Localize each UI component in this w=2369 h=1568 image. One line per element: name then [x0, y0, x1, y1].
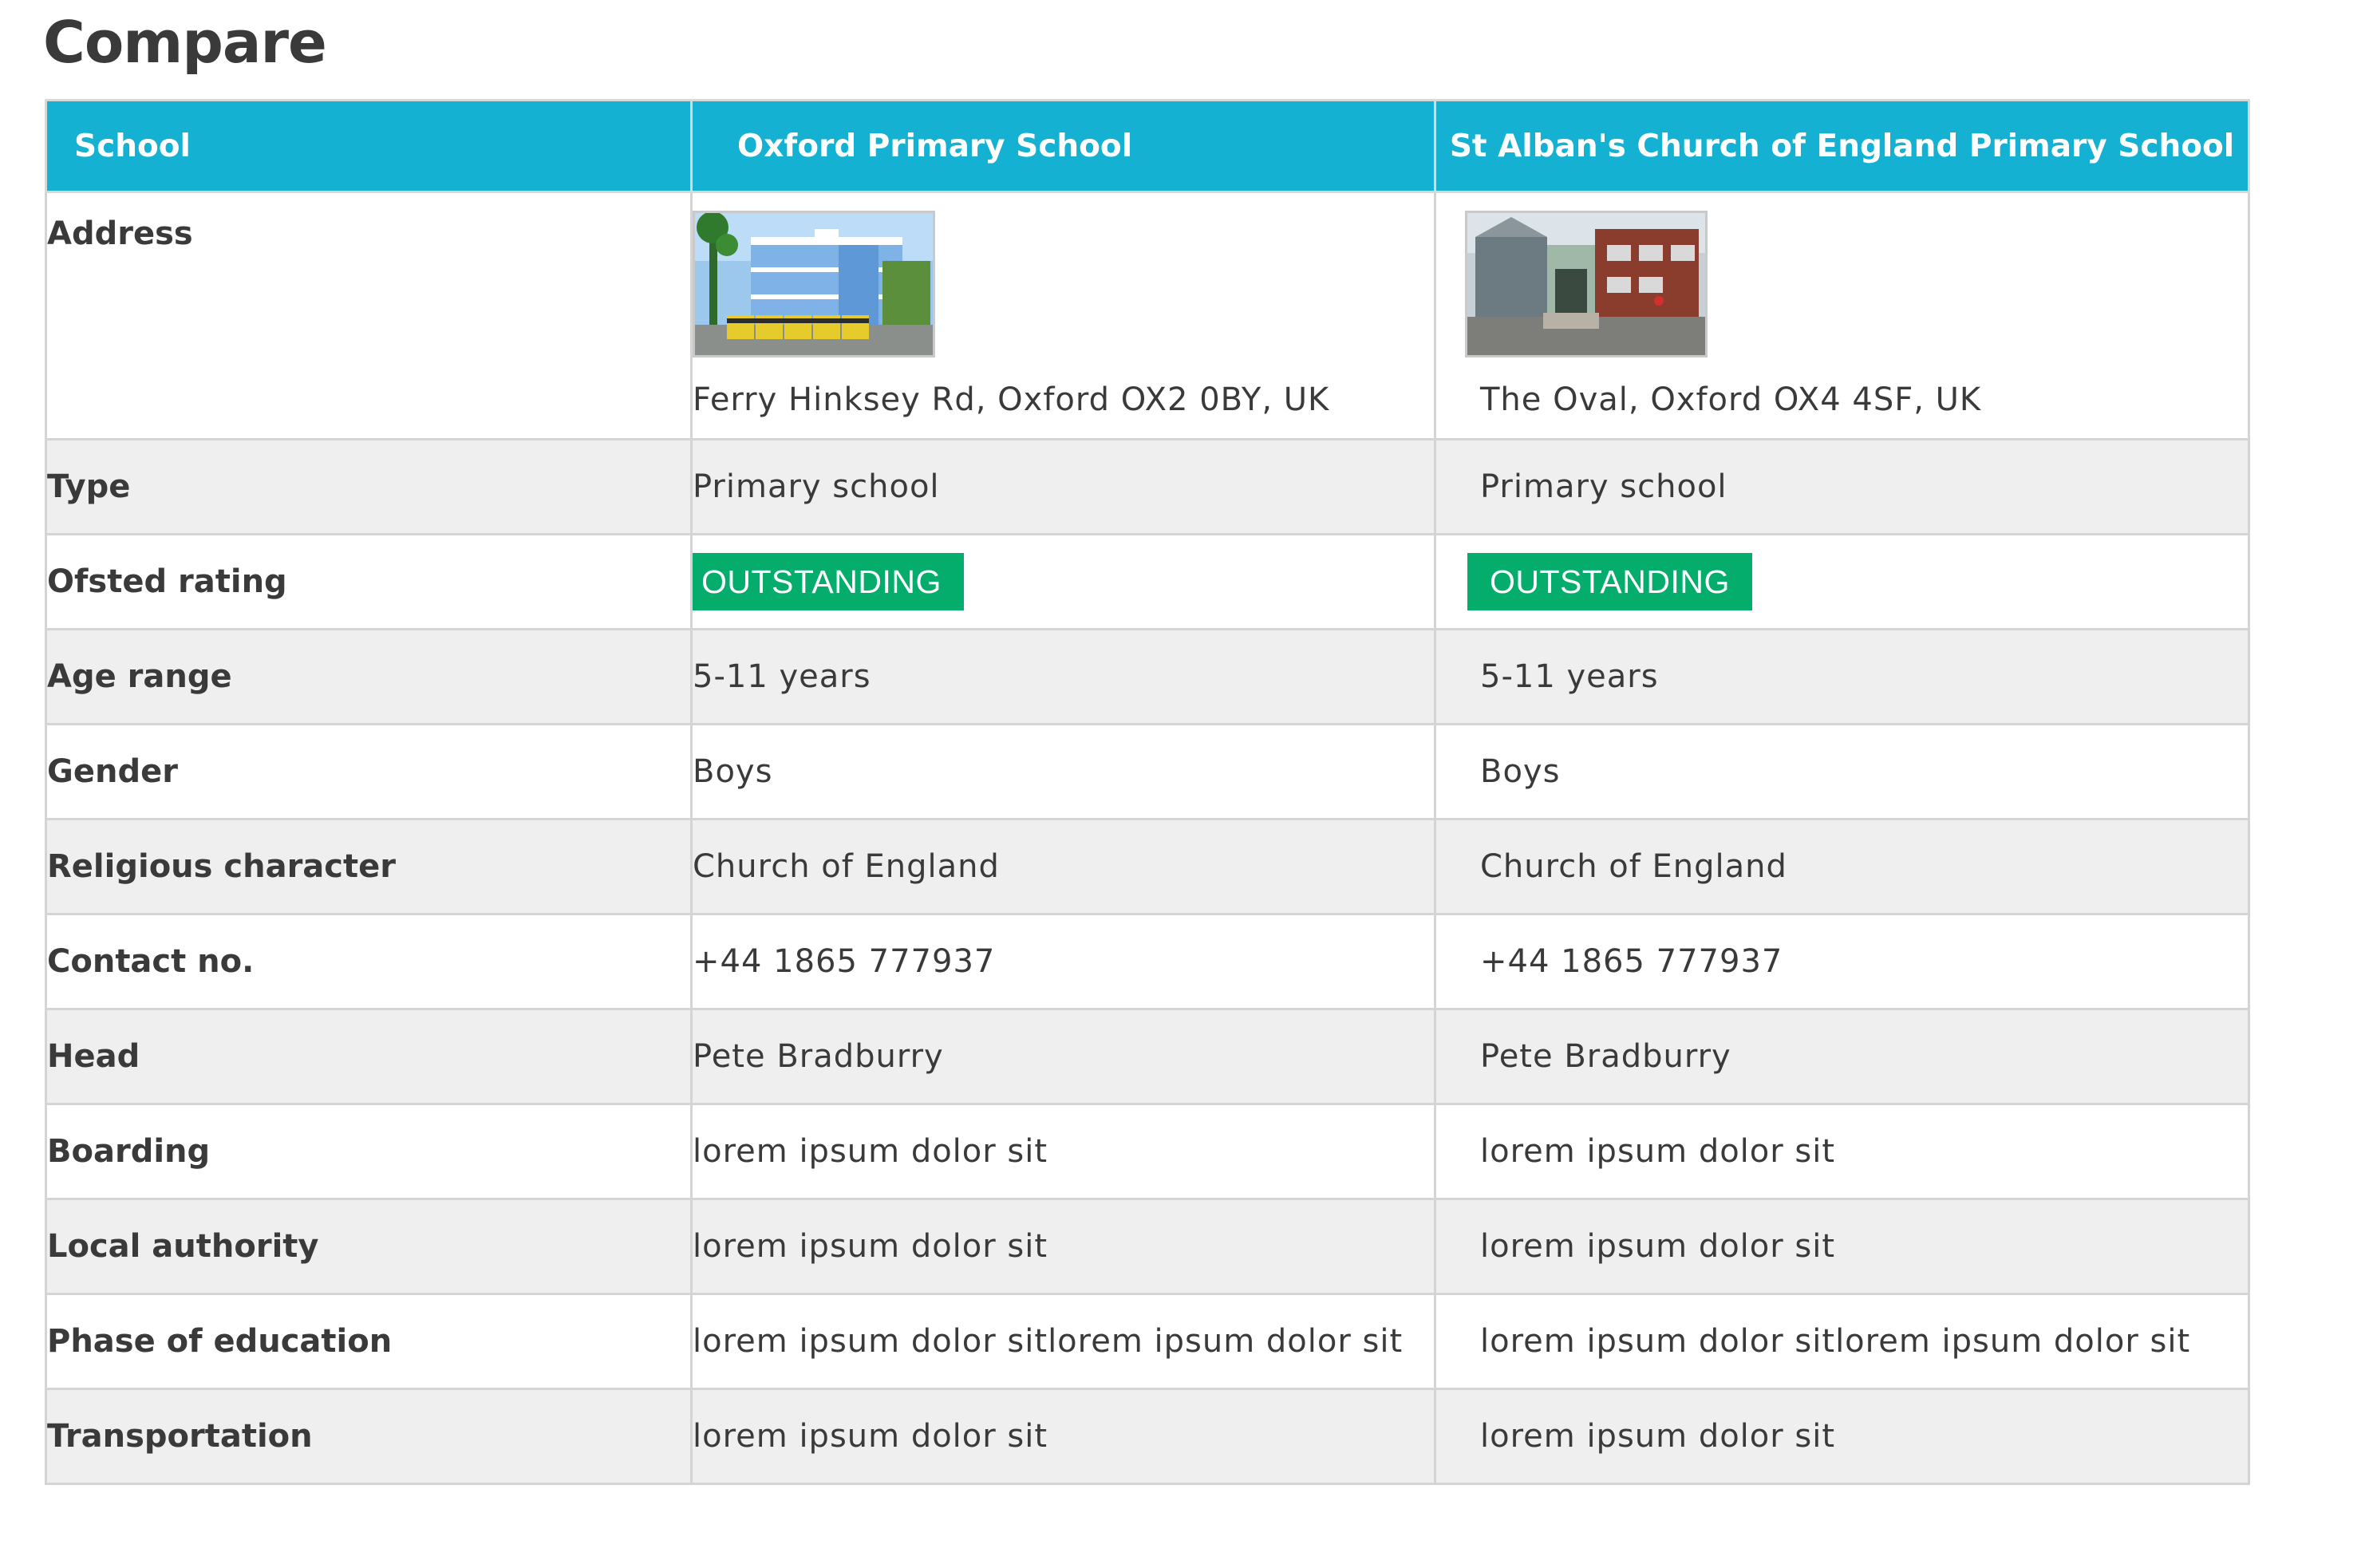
ofsted-badge-school-a: OUTSTANDING — [693, 553, 964, 610]
age-range-school-a: 5-11 years — [690, 628, 1436, 725]
row-label-ofsted: Ofsted rating — [45, 533, 693, 630]
school-b-building-image — [1467, 213, 1705, 355]
contact-school-b[interactable]: +44 1865 777937 — [1434, 913, 2250, 1010]
table-row-gender: Gender Boys Boys — [45, 723, 2250, 820]
contact-school-a[interactable]: +44 1865 777937 — [690, 913, 1436, 1010]
table-row-head: Head Pete Bradburry Pete Bradburry — [45, 1008, 2250, 1105]
compare-table: School Oxford Primary School St Alban's … — [45, 99, 2250, 1485]
table-row-transportation: Transportation lorem ipsum dolor sit lor… — [45, 1388, 2250, 1485]
table-row-phase-of-education: Phase of education lorem ipsum dolor sit… — [45, 1293, 2250, 1390]
table-row-type: Type Primary school Primary school — [45, 438, 2250, 535]
school-b-address: The Oval, Oxford OX4 4SF, UK — [1480, 381, 1982, 418]
gender-school-b: Boys — [1434, 723, 2250, 820]
header-school-label: School — [45, 99, 693, 193]
local-authority-school-a: lorem ipsum dolor sit — [690, 1198, 1436, 1295]
head-school-b: Pete Bradburry — [1434, 1008, 2250, 1105]
table-row-address: Address Ferry Hinksey Rd, Oxford OX2 0BY… — [45, 191, 2250, 440]
row-label-contact: Contact no. — [45, 913, 693, 1010]
phase-school-a: lorem ipsum dolor sitlorem ipsum dolor s… — [690, 1293, 1436, 1390]
row-label-address: Address — [45, 191, 693, 440]
header-school-a[interactable]: Oxford Primary School — [690, 99, 1436, 193]
table-row-boarding: Boarding lorem ipsum dolor sit lorem ips… — [45, 1103, 2250, 1200]
row-label-gender: Gender — [45, 723, 693, 820]
phase-school-b: lorem ipsum dolor sitlorem ipsum dolor s… — [1434, 1293, 2250, 1390]
religious-school-a: Church of England — [690, 818, 1436, 915]
table-row-contact: Contact no. +44 1865 777937 +44 1865 777… — [45, 913, 2250, 1010]
address-cell-school-a: Ferry Hinksey Rd, Oxford OX2 0BY, UK — [690, 191, 1436, 440]
address-cell-school-b: The Oval, Oxford OX4 4SF, UK — [1434, 191, 2250, 440]
page-title: Compare — [43, 9, 327, 76]
ofsted-badge-school-b: OUTSTANDING — [1467, 553, 1752, 610]
transportation-school-a: lorem ipsum dolor sit — [690, 1388, 1436, 1485]
type-school-a: Primary school — [690, 438, 1436, 535]
table-row-local-authority: Local authority lorem ipsum dolor sit lo… — [45, 1198, 2250, 1295]
table-row-age-range: Age range 5-11 years 5-11 years — [45, 628, 2250, 725]
school-b-photo[interactable] — [1465, 211, 1708, 357]
ofsted-cell-school-b: OUTSTANDING — [1434, 533, 2250, 630]
row-label-head: Head — [45, 1008, 693, 1105]
row-label-local-authority: Local authority — [45, 1198, 693, 1295]
gender-school-a: Boys — [690, 723, 1436, 820]
school-a-address: Ferry Hinksey Rd, Oxford OX2 0BY, UK — [693, 381, 1330, 418]
row-label-phase-of-education: Phase of education — [45, 1293, 693, 1390]
local-authority-school-b: lorem ipsum dolor sit — [1434, 1198, 2250, 1295]
religious-school-b: Church of England — [1434, 818, 2250, 915]
school-a-building-image — [695, 213, 933, 355]
boarding-school-b: lorem ipsum dolor sit — [1434, 1103, 2250, 1200]
transportation-school-b: lorem ipsum dolor sit — [1434, 1388, 2250, 1485]
table-row-religious-character: Religious character Church of England Ch… — [45, 818, 2250, 915]
head-school-a: Pete Bradburry — [690, 1008, 1436, 1105]
type-school-b: Primary school — [1434, 438, 2250, 535]
row-label-transportation: Transportation — [45, 1388, 693, 1485]
age-range-school-b: 5-11 years — [1434, 628, 2250, 725]
boarding-school-a: lorem ipsum dolor sit — [690, 1103, 1436, 1200]
table-header-row: School Oxford Primary School St Alban's … — [45, 99, 2250, 193]
row-label-age-range: Age range — [45, 628, 693, 725]
table-row-ofsted: Ofsted rating OUTSTANDING OUTSTANDING — [45, 533, 2250, 630]
header-school-b[interactable]: St Alban's Church of England Primary Sch… — [1434, 99, 2250, 193]
school-a-photo[interactable] — [693, 211, 935, 357]
ofsted-cell-school-a: OUTSTANDING — [690, 533, 1436, 630]
row-label-boarding: Boarding — [45, 1103, 693, 1200]
row-label-religious-character: Religious character — [45, 818, 693, 915]
row-label-type: Type — [45, 438, 693, 535]
